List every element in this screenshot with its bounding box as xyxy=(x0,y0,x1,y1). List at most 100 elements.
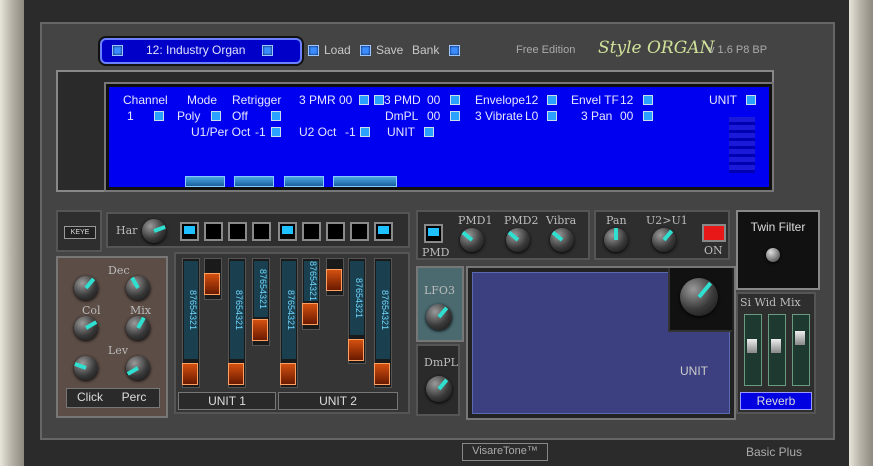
vibra-label: Vibra xyxy=(546,214,577,227)
pan-section: Pan U2>U1 ON xyxy=(594,210,730,260)
twin-filter-section: Twin Filter xyxy=(736,210,820,290)
brand-badge: VisareTone™ xyxy=(462,443,548,461)
lcd-channel-value: 1 xyxy=(127,109,134,123)
pmd1-knob[interactable] xyxy=(460,228,484,252)
lcd-enveltf-label: Envel TF xyxy=(571,93,619,107)
lfo3-knob[interactable] xyxy=(426,304,452,330)
lcd-dmpl-label: DmPL xyxy=(385,109,419,123)
twin-filter-knob[interactable] xyxy=(766,248,780,262)
lcd-unit-button[interactable] xyxy=(746,95,756,105)
har-button-2[interactable] xyxy=(204,222,223,241)
lcd-3pmr-sep[interactable] xyxy=(374,95,384,105)
u2u1-label: U2>U1 xyxy=(646,214,688,227)
dmpl-label: DmPL xyxy=(424,356,458,369)
lcd-dmpl-value: 00 xyxy=(427,109,441,123)
lcd-3pan-button[interactable] xyxy=(643,111,653,121)
mix-fader[interactable] xyxy=(792,314,810,386)
har-button-7[interactable] xyxy=(326,222,345,241)
preset-selector[interactable]: 12: Industry Organ xyxy=(100,38,302,64)
lcd-dmpl-button[interactable] xyxy=(450,111,460,121)
unit1-label: UNIT 1 xyxy=(178,392,276,410)
version-label: v 1.6 P8 BP xyxy=(709,44,768,56)
mix-knob[interactable] xyxy=(126,316,150,340)
lcd-3pmr-label: 3 PMR xyxy=(299,93,336,107)
pmd2-knob[interactable] xyxy=(506,228,530,252)
drawbar-1[interactable]: 87654321 xyxy=(182,258,200,388)
har-knob[interactable] xyxy=(142,219,166,243)
lcd-enveltf-button[interactable] xyxy=(643,95,653,105)
drawbar-6[interactable]: 87654321 xyxy=(302,258,320,330)
lcd-3pmd-label: 3 PMD xyxy=(384,93,421,107)
har-button-5[interactable] xyxy=(278,222,297,241)
lcd-unit2-button[interactable] xyxy=(424,127,434,137)
perc-button[interactable]: Perc xyxy=(114,390,154,404)
drawbar-8[interactable]: 87654321 xyxy=(348,258,366,364)
pmd1-label: PMD1 xyxy=(458,214,493,227)
lcd-bar-1 xyxy=(185,176,225,187)
har-button-9[interactable] xyxy=(374,222,393,241)
wid-fader[interactable] xyxy=(768,314,786,386)
dmpl-section: DmPL xyxy=(416,344,460,416)
on-led-button[interactable] xyxy=(702,224,726,242)
lcd-3vibrate-button[interactable] xyxy=(547,111,557,121)
right-rail xyxy=(849,0,873,466)
edition-label: Free Edition xyxy=(516,44,576,56)
lcd-mode-value: Poly xyxy=(177,109,201,123)
lcd-3pmr-value: 00 xyxy=(339,93,353,107)
har-button-6[interactable] xyxy=(302,222,321,241)
dec-left-knob[interactable] xyxy=(74,276,98,300)
drawbar-3[interactable]: 87654321 xyxy=(228,258,246,388)
lcd-u1oct-value: -1 xyxy=(255,125,266,139)
lcd-u1oct-button[interactable] xyxy=(271,127,281,137)
u2u1-knob[interactable] xyxy=(652,228,676,252)
lfo3-section: LFO3 xyxy=(416,266,464,342)
drawbar-4[interactable]: 87654321 xyxy=(252,258,270,346)
har-button-4[interactable] xyxy=(252,222,271,241)
preset-prev-icon[interactable] xyxy=(112,45,123,56)
xy-knob[interactable] xyxy=(680,278,718,316)
load-button[interactable] xyxy=(308,45,319,56)
lcd-3pmr-button[interactable] xyxy=(359,95,369,105)
load-label: Load xyxy=(324,43,351,57)
lcd-meter xyxy=(729,117,755,173)
keye-button[interactable]: KEYE xyxy=(64,226,96,239)
on-label: ON xyxy=(704,244,723,257)
reverb-button[interactable]: Reverb xyxy=(740,392,812,410)
lev-label: Lev xyxy=(108,344,129,357)
lcd-3vibrate-value: L0 xyxy=(525,109,539,123)
lev-left-knob[interactable] xyxy=(74,356,98,380)
si-fader[interactable] xyxy=(744,314,762,386)
bank-button[interactable] xyxy=(449,45,460,56)
drawbar-7[interactable] xyxy=(326,258,344,296)
dec-label: Dec xyxy=(108,264,130,277)
lcd-channel-button[interactable] xyxy=(154,111,164,121)
lcd-retrigger-value: Off xyxy=(232,109,248,123)
har-button-1[interactable] xyxy=(180,222,199,241)
xy-unit-label: UNIT xyxy=(680,364,708,378)
drawbar-9[interactable]: 87654321 xyxy=(374,258,392,388)
preset-next-icon[interactable] xyxy=(262,45,273,56)
drawbar-2[interactable] xyxy=(204,258,222,300)
lcd-retrigger-button[interactable] xyxy=(271,111,281,121)
lcd-3pmd-button[interactable] xyxy=(450,95,460,105)
bank-label: Bank xyxy=(412,43,440,57)
dec-right-knob[interactable] xyxy=(126,276,150,300)
vibra-knob[interactable] xyxy=(550,228,574,252)
har-button-8[interactable] xyxy=(350,222,369,241)
lcd-u2oct-button[interactable] xyxy=(360,127,370,137)
lcd-mode-button[interactable] xyxy=(211,111,221,121)
pan-knob[interactable] xyxy=(604,228,628,252)
save-button[interactable] xyxy=(360,45,371,56)
dmpl-knob[interactable] xyxy=(426,376,452,402)
pmd-toggle[interactable] xyxy=(424,224,443,243)
click-button[interactable]: Click xyxy=(70,390,110,404)
har-button-3[interactable] xyxy=(228,222,247,241)
drawbar-5[interactable]: 87654321 xyxy=(280,258,298,388)
mix-label: Mix xyxy=(130,304,151,317)
lcd-envelope-button[interactable] xyxy=(547,95,557,105)
lcd-retrigger-label: Retrigger xyxy=(232,93,282,107)
col-knob[interactable] xyxy=(74,316,98,340)
lev-right-knob[interactable] xyxy=(126,356,150,380)
lcd-bar-2 xyxy=(234,176,274,187)
lcd-envelope-value: 12 xyxy=(525,93,539,107)
